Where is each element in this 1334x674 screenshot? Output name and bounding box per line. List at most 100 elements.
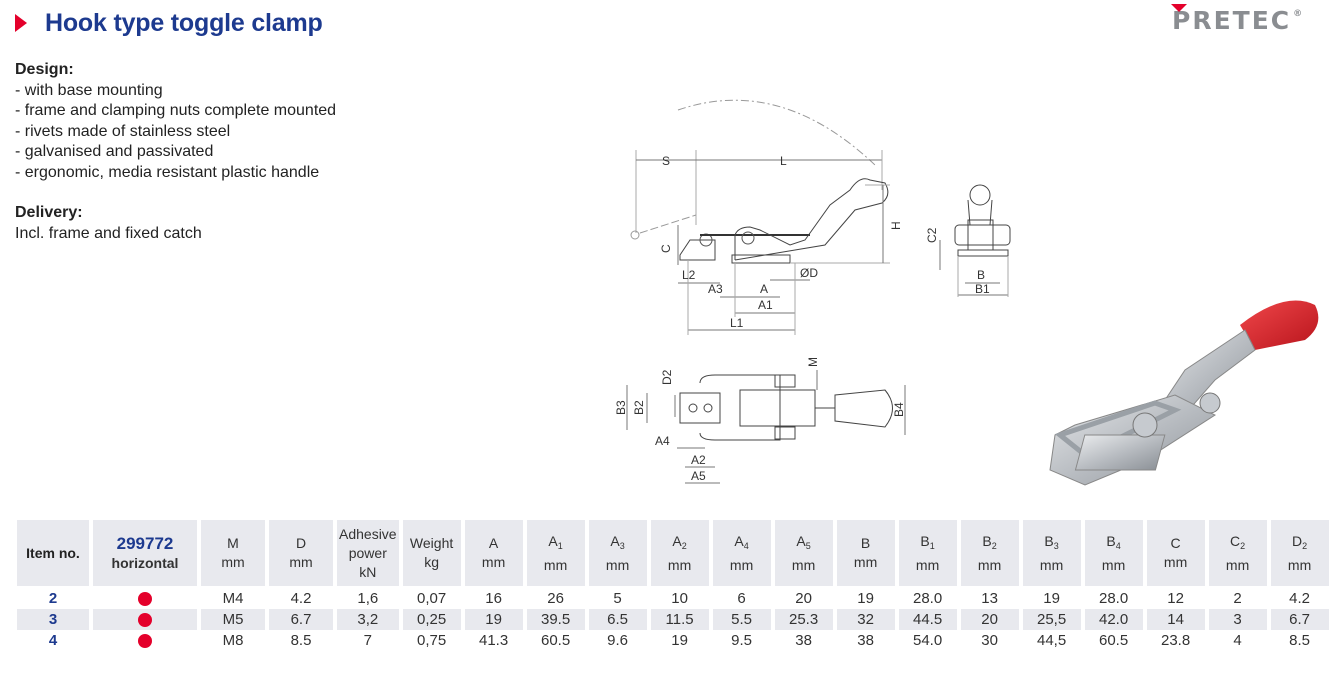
value-cell: M8	[222, 632, 244, 649]
value-cell: 38	[795, 632, 812, 649]
value-cell: 39.5	[526, 609, 585, 630]
value-cell: 38	[857, 632, 874, 649]
col-header-c2: C2 mm	[1208, 520, 1267, 588]
dim-label-l2: L2	[682, 268, 696, 282]
value-cell: 2	[1233, 590, 1242, 607]
dim-label-a3: A3	[708, 282, 723, 296]
dim-label-a5: A5	[691, 469, 706, 483]
value-cell: 6	[737, 590, 746, 607]
value-cell: 0,07	[416, 590, 447, 607]
col-header-item-no: Item no.	[17, 520, 89, 588]
value-cell: 6.5	[588, 609, 647, 630]
design-heading: Design:	[15, 61, 74, 78]
value-cell: 11.5	[650, 609, 709, 630]
value-cell: 44.5	[898, 609, 957, 630]
col-header-d2: D2 mm	[1270, 520, 1329, 588]
col-header-c: Cmm	[1146, 520, 1205, 588]
design-item: - rivets made of stainless steel	[15, 122, 231, 140]
availability-cell	[93, 588, 197, 609]
value-cell: 8.5	[1289, 632, 1311, 649]
value-cell: 8.5	[290, 632, 312, 649]
spec-table: Item no. 299772 horizontal Mmm Dmm Adhesi…	[13, 520, 1333, 651]
value-cell: 14	[1146, 609, 1205, 630]
value-cell: 5	[613, 590, 622, 607]
availability-dot-icon	[138, 613, 152, 628]
col-header-a: Amm	[464, 520, 523, 588]
dim-label-m: M	[806, 357, 820, 367]
value-cell: 0,75	[416, 632, 447, 649]
col-header-adhesive-power: Adhesive power kN	[337, 520, 399, 588]
availability-dot-icon	[138, 634, 152, 649]
value-cell: 12	[1167, 590, 1184, 607]
dim-label-d2: D2	[660, 369, 674, 385]
value-cell: 4	[1233, 632, 1242, 649]
value-cell: 4.2	[1289, 590, 1311, 607]
dim-label-a4: A4	[655, 434, 670, 448]
value-cell: 3,2	[337, 609, 399, 630]
value-cell: 19	[1043, 590, 1060, 607]
value-cell: 25.3	[774, 609, 833, 630]
value-cell: 13	[981, 590, 998, 607]
item-no-cell: 4	[48, 632, 58, 649]
col-header-b1: B1 mm	[898, 520, 957, 588]
page-title: Hook type toggle clamp	[45, 8, 323, 37]
dim-label-l1: L1	[730, 316, 744, 330]
value-cell: 19	[464, 609, 523, 630]
page-header: Hook type toggle clamp	[15, 8, 323, 38]
col-header-a4: A4 mm	[712, 520, 771, 588]
dim-label-b: B	[977, 268, 985, 282]
delivery-heading: Delivery:	[15, 204, 83, 221]
value-cell: 19	[671, 632, 688, 649]
value-cell: M5	[201, 609, 265, 630]
value-cell: 0,25	[402, 609, 461, 630]
table-row: 4 M8 8.5 7 0,75 41.3 60.5 9.6 19 9.5 38 38 54.0 30 44,…	[17, 630, 1329, 651]
value-cell: 23.8	[1160, 632, 1191, 649]
value-cell: 4.2	[290, 590, 312, 607]
brand-name: PRETEC	[1170, 4, 1292, 35]
value-cell: 5.5	[712, 609, 771, 630]
dim-label-b2: B2	[632, 400, 646, 415]
value-cell: 20	[795, 590, 812, 607]
value-cell: 41.3	[478, 632, 509, 649]
value-cell: 16	[485, 590, 502, 607]
value-cell: 3	[1208, 609, 1267, 630]
value-cell: 9.5	[731, 632, 753, 649]
dim-label-s: S	[662, 154, 670, 168]
value-cell: 6.7	[269, 609, 333, 630]
value-cell: 25,5	[1022, 609, 1081, 630]
value-cell: 1,6	[357, 590, 379, 607]
item-no-cell: 2	[48, 590, 58, 607]
registered-mark: ®	[1293, 8, 1303, 19]
dim-label-d: ØD	[800, 266, 818, 280]
dim-label-l: L	[780, 154, 787, 168]
value-cell: 26	[547, 590, 564, 607]
dim-label-c2: C2	[925, 227, 939, 243]
col-header-weight: Weight kg	[402, 520, 461, 588]
product-description: Design: - with base mounting - frame and…	[15, 60, 336, 244]
value-cell: 32	[836, 609, 895, 630]
table-body: 2 M4 4.2 1,6 0,07 16 26 5 10 6 20 19 28.0 13 19 28.0 12 2…	[17, 588, 1329, 651]
col-header-a5: A5 mm	[774, 520, 833, 588]
value-cell: 54.0	[912, 632, 943, 649]
col-header-d: Dmm	[269, 520, 333, 588]
table-header-row: Item no. 299772 horizontal Mmm Dmm Adhesi…	[17, 520, 1329, 588]
top-view-drawing: B3 B2 D2 M B4 A4 A2 A5	[614, 357, 906, 484]
dim-label-a1: A1	[758, 298, 773, 312]
value-cell: 28.0	[912, 590, 943, 607]
dim-label-b3: B3	[614, 400, 628, 415]
col-header-a1: A1 mm	[526, 520, 585, 588]
value-cell: 9.6	[607, 632, 629, 649]
value-cell: 20	[960, 609, 1019, 630]
table-row: 3 M5 6.7 3,2 0,25 19 39.5 6.5 11.5 5.5 25.3 32 44.5 2…	[17, 609, 1329, 630]
value-cell: 42.0	[1084, 609, 1143, 630]
value-cell: 6.7	[1270, 609, 1329, 630]
product-photo	[1049, 300, 1319, 486]
col-header-b4: B4 mm	[1084, 520, 1143, 588]
dim-label-c: C	[659, 244, 673, 253]
dim-label-a2: A2	[691, 453, 706, 467]
col-header-b: Bmm	[836, 520, 895, 588]
design-item: - with base mounting	[15, 81, 163, 99]
dim-label-b4: B4	[892, 402, 906, 417]
value-cell: 7	[363, 632, 372, 649]
availability-cell	[93, 609, 197, 630]
